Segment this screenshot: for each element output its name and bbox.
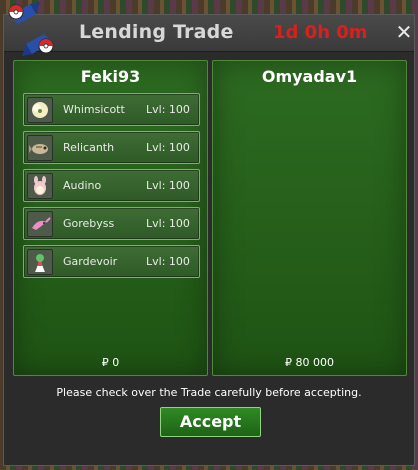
pokemon-level: Lvl: 100	[146, 217, 190, 230]
gardevoir-icon	[27, 249, 53, 275]
pokemon-level: Lvl: 100	[146, 141, 190, 154]
lending-trade-window: Lending Trade 1d 0h 0m ✕ Feki93 Whimsico…	[3, 14, 415, 466]
trade-timer: 1d 0h 0m	[273, 22, 368, 43]
pokemon-list: Whimsicott Lvl: 100 Relicanth Lvl: 100 A…	[23, 93, 200, 283]
title-bar[interactable]: Lending Trade 1d 0h 0m ✕	[4, 15, 414, 52]
money-offer: ₽ 0	[101, 356, 120, 369]
trader-panel-left: Feki93 Whimsicott Lvl: 100 Relicanth Lvl…	[13, 60, 208, 376]
trader-panel-right: Omyadav1 ₽ 80 000	[212, 60, 407, 376]
pokemon-slot[interactable]: Gorebyss Lvl: 100	[23, 207, 200, 240]
trader-name: Omyadav1	[261, 67, 358, 86]
pokemon-level: Lvl: 100	[146, 103, 190, 116]
pokemon-slot[interactable]: Audino Lvl: 100	[23, 169, 200, 202]
gorebyss-icon	[27, 211, 53, 237]
accept-button[interactable]: Accept	[160, 407, 261, 437]
pokemon-name: Audino	[63, 179, 102, 192]
pokemon-slot[interactable]: Relicanth Lvl: 100	[23, 131, 200, 164]
whimsicott-icon	[27, 97, 53, 123]
pokemon-slot[interactable]: Gardevoir Lvl: 100	[23, 245, 200, 278]
pokemon-name: Whimsicott	[63, 103, 125, 116]
window-title: Lending Trade	[79, 21, 234, 43]
trader-name: Feki93	[80, 67, 141, 86]
close-button[interactable]: ✕	[393, 19, 415, 45]
pokemon-name: Gardevoir	[63, 255, 118, 268]
pokemon-name: Gorebyss	[63, 217, 115, 230]
trade-notice: Please check over the Trade carefully be…	[56, 386, 362, 399]
relicanth-icon	[27, 135, 53, 161]
pokemon-level: Lvl: 100	[146, 179, 190, 192]
pokemon-name: Relicanth	[63, 141, 115, 154]
pokemon-slot[interactable]: Whimsicott Lvl: 100	[23, 93, 200, 126]
trade-logo-icon	[8, 2, 54, 56]
money-offer: ₽ 80 000	[285, 356, 334, 369]
audino-icon	[27, 173, 53, 199]
pokemon-level: Lvl: 100	[146, 255, 190, 268]
